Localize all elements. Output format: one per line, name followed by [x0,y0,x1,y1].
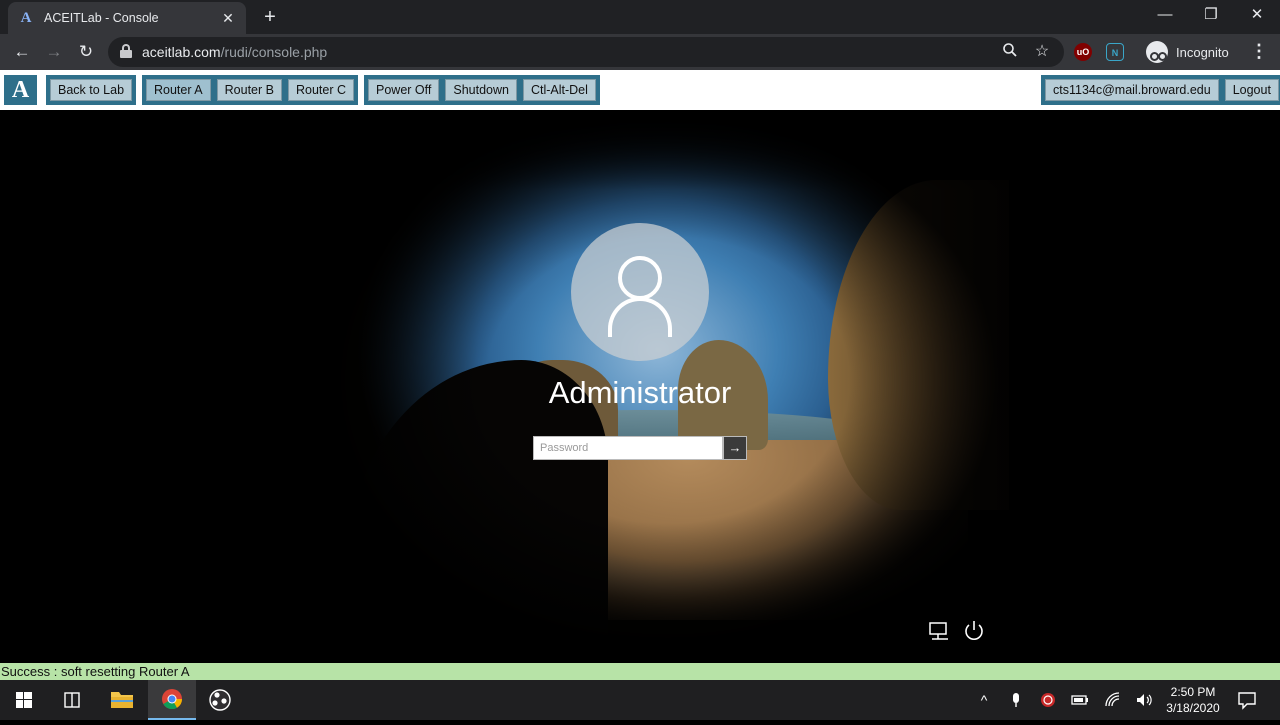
power-icon[interactable] [962,619,986,643]
start-button[interactable] [0,680,48,720]
recording-tray-icon[interactable] [1038,690,1058,710]
url-domain: aceitlab.com [142,44,221,60]
ease-of-access-icon[interactable] [928,620,950,642]
back-to-lab-button[interactable]: Back to Lab [50,79,133,101]
windows-taskbar: ^ 2:50 PM 3/18/2020 [0,680,1280,720]
tab-title: ACEITLab - Console [44,11,159,25]
new-tab-button[interactable]: + [258,6,282,30]
back-arrow-icon[interactable]: ← [10,40,34,64]
taskbar-clock[interactable]: 2:50 PM 3/18/2020 [1160,684,1226,716]
show-hidden-icons-chevron-icon[interactable]: ^ [974,690,994,710]
chrome-icon [162,689,183,710]
user-email-button[interactable]: cts1134c@mail.broward.edu [1045,79,1219,101]
router-c-button[interactable]: Router C [287,79,355,101]
power-button-group: Power Off Shutdown Ctl-Alt-Del [364,75,600,105]
reload-icon[interactable]: ↻ [74,40,98,64]
browser-tab-strip: A ACEITLab - Console ✕ + — ❐ ✕ [0,0,1280,34]
aceitlab-logo: A [4,75,37,105]
battery-icon[interactable] [1070,690,1090,710]
wifi-icon[interactable] [1103,690,1123,710]
obs-taskbar-button[interactable] [196,680,244,720]
chrome-taskbar-button[interactable] [148,680,196,720]
status-message: Success : soft resetting Router A [0,663,1280,680]
aceitlab-favicon-icon: A [20,10,32,26]
bookmark-star-icon[interactable]: ☆ [1032,42,1052,62]
windows-logo-icon [16,692,32,708]
url-text: aceitlab.com/rudi/console.php [142,44,327,60]
microphone-icon[interactable] [1006,690,1026,710]
url-path: /rudi/console.php [220,44,328,60]
lock-icon [120,44,132,58]
submit-arrow-button[interactable]: → [723,436,747,460]
extension-icon[interactable]: N [1106,43,1124,61]
address-bar[interactable]: aceitlab.com/rudi/console.php ☆ [108,37,1064,67]
browser-toolbar: ← → ↻ aceitlab.com/rudi/console.php ☆ uO… [0,34,1280,70]
close-window-icon[interactable]: ✕ [1234,0,1280,32]
zoom-search-icon[interactable] [1000,42,1020,62]
router-button-group: Router A Router B Router C [142,75,359,105]
action-center-icon[interactable] [1236,689,1258,711]
task-view-button[interactable] [48,680,96,720]
file-explorer-button[interactable] [98,680,146,720]
incognito-label: Incognito [1176,44,1229,60]
obs-icon [209,689,231,711]
ublock-extension-icon[interactable]: uO [1074,43,1092,61]
task-view-icon [64,692,80,708]
folder-icon [111,692,133,708]
user-avatar-icon [571,223,709,361]
browser-tab-active[interactable]: A ACEITLab - Console ✕ [8,2,246,34]
forward-arrow-icon[interactable]: → [42,40,66,64]
remote-console-area: Administrator → [0,110,1280,663]
logout-button[interactable]: Logout [1224,79,1279,101]
incognito-indicator[interactable]: Incognito [1146,37,1229,67]
tab-close-icon[interactable]: ✕ [220,10,236,26]
browser-menu-icon[interactable]: ⋮ [1250,40,1268,64]
router-b-button[interactable]: Router B [216,79,282,101]
clock-date: 3/18/2020 [1166,701,1220,715]
nav-button-group: Back to Lab [46,75,137,105]
password-field[interactable] [533,436,723,460]
ctl-alt-del-button[interactable]: Ctl-Alt-Del [522,79,596,101]
restore-window-icon[interactable]: ❐ [1188,0,1234,32]
router-a-button[interactable]: Router A [146,79,211,101]
power-off-button[interactable]: Power Off [368,79,440,101]
clock-time: 2:50 PM [1170,685,1216,699]
shutdown-button[interactable]: Shutdown [445,79,517,101]
incognito-icon [1146,41,1168,63]
volume-icon[interactable] [1134,690,1154,710]
account-username: Administrator [548,375,732,410]
lab-toolbar: A Back to Lab Router A Router B Router C… [0,70,1280,110]
minimize-window-icon[interactable]: — [1142,0,1188,32]
password-input[interactable] [534,437,720,459]
windows-lock-screen[interactable]: Administrator → [268,110,1009,663]
account-button-group: cts1134c@mail.broward.edu Logout [1041,75,1280,105]
